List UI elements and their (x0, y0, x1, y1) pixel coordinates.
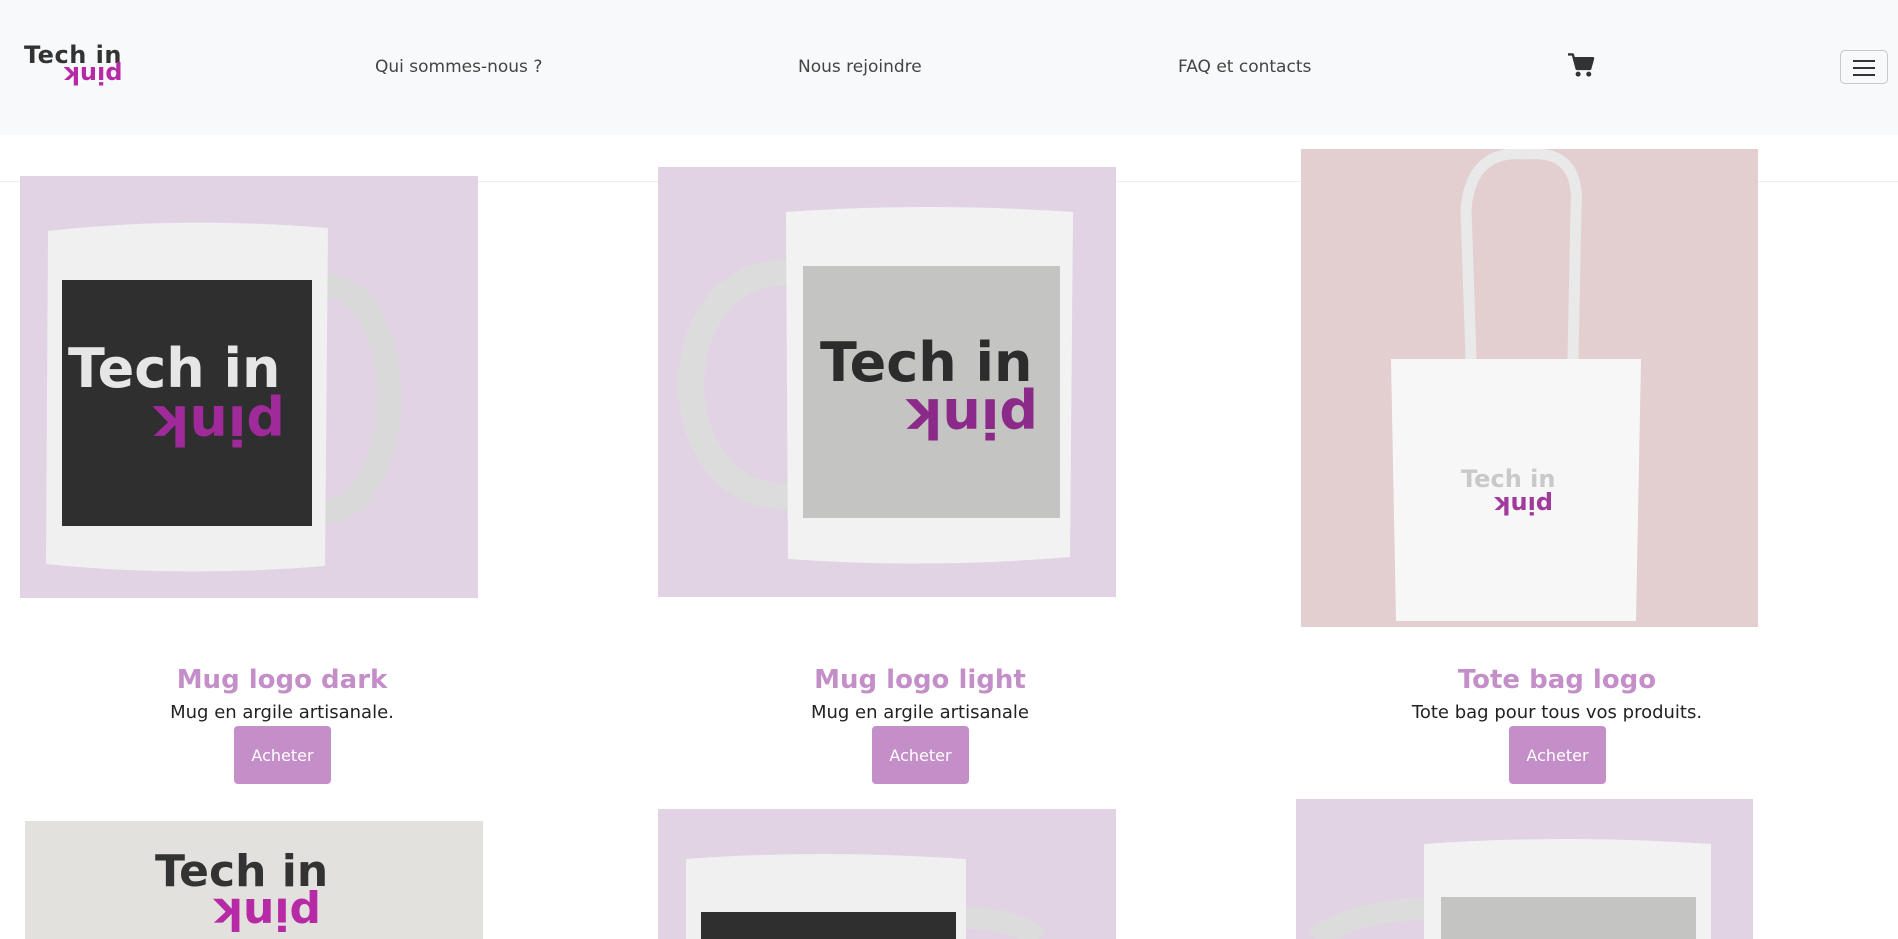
product-image-mug-dark-2 (658, 809, 1116, 939)
svg-text:Tech in: Tech in (820, 331, 1033, 394)
product-image-mug-light: Tech in pink (658, 167, 1116, 597)
svg-text:pink: pink (152, 393, 285, 456)
nav-link-faq-contacts[interactable]: FAQ et contacts (1178, 56, 1311, 78)
menu-toggle-button[interactable] (1840, 50, 1888, 84)
navbar: Tech in pink Qui sommes-nous ? Nous rejo… (0, 0, 1898, 135)
buy-button[interactable]: Acheter (234, 726, 331, 784)
svg-text:pink: pink (905, 386, 1038, 449)
product-image-tote-bag: Tech in pink (1301, 149, 1758, 627)
svg-text:pink: pink (212, 888, 321, 939)
svg-text:pink: pink (1494, 491, 1553, 519)
buy-button[interactable]: Acheter (1509, 726, 1606, 784)
brand-logo-line2: pink (64, 61, 123, 89)
nav-link-qui-sommes-nous[interactable]: Qui sommes-nous ? (375, 56, 542, 78)
product-image-mug-dark: Tech in pink (20, 176, 478, 598)
product-title: Mug logo light (814, 665, 1026, 695)
shopping-cart-icon[interactable] (1568, 52, 1595, 78)
product-title: Tote bag logo (1457, 665, 1657, 695)
nav-link-nous-rejoindre[interactable]: Nous rejoindre (798, 56, 922, 78)
brand-logo[interactable]: Tech in pink (24, 42, 124, 92)
product-image-logo-print: Tech in pink (25, 821, 483, 939)
mug-logo-text: Tech in (68, 337, 281, 400)
product-description: Tote bag pour tous vos produits. (1411, 702, 1703, 723)
hamburger-menu-icon (1853, 60, 1875, 62)
product-title: Mug logo dark (176, 665, 388, 695)
product-description: Mug en argile artisanale. (170, 702, 394, 723)
svg-text:Tech in: Tech in (1461, 465, 1555, 493)
product-description: Mug en argile artisanale (810, 702, 1030, 723)
product-image-mug-light-2 (1296, 799, 1753, 939)
buy-button[interactable]: Acheter (872, 726, 969, 784)
